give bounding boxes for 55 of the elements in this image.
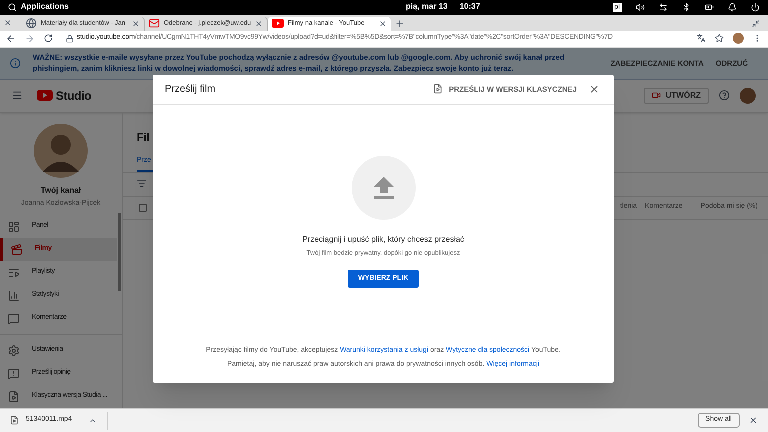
help-icon[interactable] — [719, 90, 730, 102]
date-text: pią, mar 13 — [406, 1, 448, 14]
close-icon[interactable] — [379, 20, 387, 28]
playlist-icon — [8, 266, 20, 279]
channel-avatar[interactable] — [34, 124, 88, 178]
profile-avatar[interactable] — [733, 33, 744, 44]
video-icon — [11, 244, 23, 256]
bookmark-star-icon[interactable] — [715, 34, 724, 44]
lock-icon — [66, 34, 74, 43]
comment-icon — [8, 312, 20, 325]
dashboard-icon — [8, 220, 20, 233]
dialog-title: Prześlij film — [165, 82, 216, 97]
info-icon — [10, 58, 21, 69]
clock-text: 10:37 — [460, 1, 480, 14]
mail-icon — [149, 18, 160, 30]
scrollbar[interactable] — [118, 212, 121, 291]
feedback-icon — [8, 368, 20, 380]
filter-icon[interactable] — [137, 179, 147, 190]
notification-icon[interactable] — [728, 2, 737, 12]
settings-icon — [8, 344, 20, 357]
profile-avatar[interactable] — [740, 88, 756, 104]
document-icon — [433, 84, 444, 94]
drop-instructions: Przeciągnij i upuść plik, który chcesz przesłać — [302, 234, 464, 246]
play-logo-icon — [37, 90, 53, 102]
upload-icon — [374, 176, 394, 199]
document-icon — [8, 390, 20, 403]
battery-icon[interactable] — [705, 2, 714, 12]
back-icon[interactable] — [6, 34, 16, 44]
bluetooth-icon[interactable] — [682, 2, 691, 12]
translate-icon[interactable] — [697, 34, 706, 44]
file-icon — [10, 416, 19, 426]
close-icon[interactable] — [749, 416, 758, 426]
new-tab-icon[interactable] — [395, 18, 405, 29]
globe-icon — [26, 18, 37, 30]
checkbox[interactable] — [139, 204, 147, 212]
close-icon[interactable] — [132, 20, 140, 28]
reload-icon[interactable] — [44, 34, 53, 44]
search-icon — [8, 2, 17, 12]
forward-icon[interactable] — [25, 34, 35, 44]
volume-icon[interactable] — [636, 2, 645, 12]
restore-icon[interactable] — [752, 20, 760, 28]
close-icon[interactable] — [589, 84, 600, 95]
studio-logo-text: Studio — [56, 88, 92, 105]
create-button[interactable]: UTWÓRZ — [644, 88, 709, 104]
network-icon[interactable] — [659, 2, 668, 12]
close-icon[interactable] — [4, 18, 12, 27]
power-icon[interactable] — [751, 2, 760, 12]
page-title: Fil — [137, 132, 150, 144]
applications-menu[interactable]: Applications — [21, 1, 70, 14]
channel-title: Twój kanał — [40, 184, 82, 197]
close-icon[interactable] — [255, 20, 264, 28]
menu-icon[interactable] — [12, 90, 23, 102]
play-logo-icon — [272, 19, 284, 28]
bar-chart-icon — [8, 290, 20, 302]
camera-icon — [652, 91, 661, 100]
